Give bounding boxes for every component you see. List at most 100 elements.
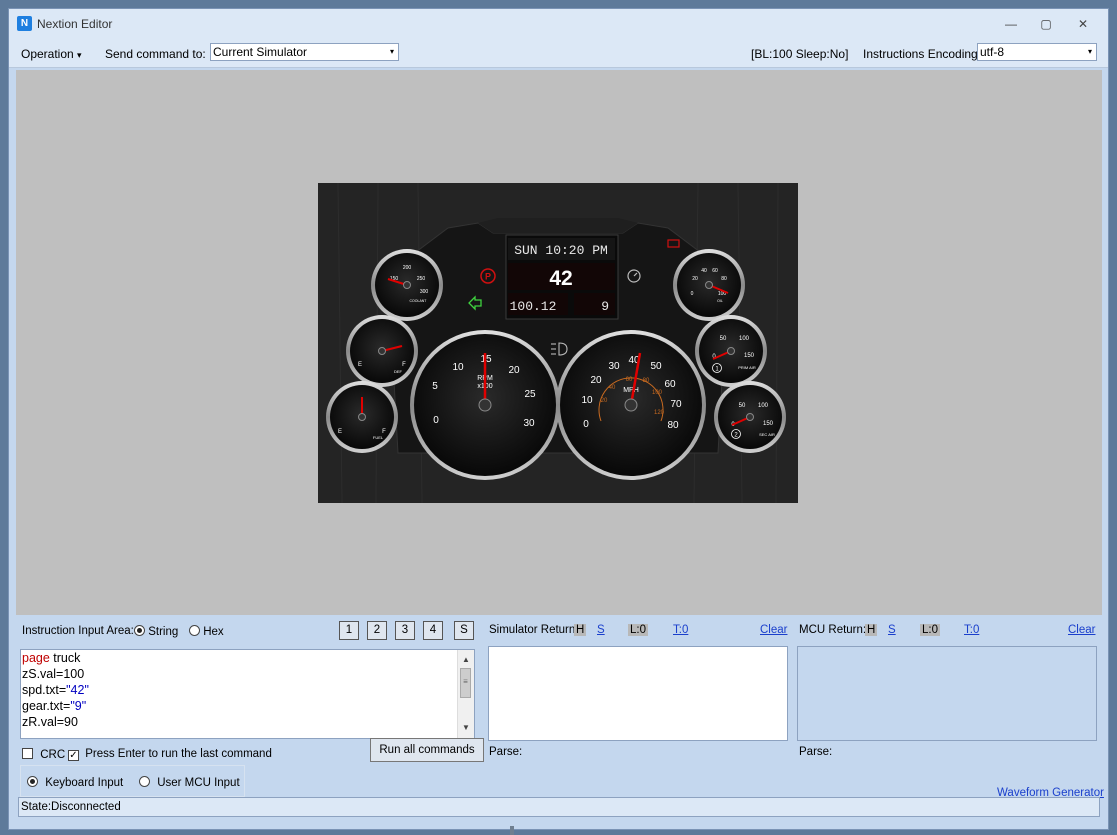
sim-time-counter[interactable]: T:0: [673, 624, 688, 636]
mode-string-radio[interactable]: String: [134, 625, 178, 638]
svg-text:30: 30: [523, 418, 535, 429]
dash-odometer: 100.12: [510, 299, 557, 314]
quick-command-3-button[interactable]: 3: [395, 621, 415, 640]
code-line: zS.val=100: [22, 667, 85, 681]
svg-text:250: 250: [417, 276, 426, 282]
svg-text:40: 40: [701, 268, 707, 274]
sim-length-counter: L:0: [628, 624, 648, 636]
mcu-parse-label: Parse:: [799, 746, 833, 758]
operation-menu[interactable]: Operation ▾: [21, 47, 82, 61]
mode-hex-radio[interactable]: Hex: [189, 625, 224, 638]
chevron-down-icon: ▾: [389, 47, 394, 56]
toolbar: Operation ▾ Send command to: Current Sim…: [9, 39, 1108, 68]
svg-text:PRIM AIR: PRIM AIR: [738, 365, 756, 370]
encoding-select[interactable]: utf-8 ▾: [977, 43, 1097, 61]
sim-hex-toggle[interactable]: H: [574, 624, 587, 636]
scroll-down-icon[interactable]: ▼: [458, 720, 474, 736]
primary-air-gauge: 0 50 100 150 PRIM AIR 1: [695, 315, 767, 387]
sim-clear-link[interactable]: Clear: [760, 624, 787, 636]
sim-parse-label: Parse:: [489, 746, 523, 758]
instruction-input[interactable]: page truck zS.val=100 spd.txt="42" gear.…: [20, 649, 475, 739]
simulator-return-label: Simulator Return:: [489, 624, 579, 636]
device-screen[interactable]: SUN 10:20 PM 42 100.12 9 P 0 5 10 20 25 …: [318, 182, 798, 504]
mcu-string-toggle[interactable]: S: [888, 624, 896, 636]
radio-selected-icon: [27, 776, 38, 787]
device-status-text: [BL:100 Sleep:No]: [751, 47, 849, 61]
nextion-logo-icon: N: [17, 16, 32, 31]
svg-text:10: 10: [452, 362, 464, 373]
svg-text:OIL: OIL: [717, 299, 723, 303]
mcu-input-radio[interactable]: User MCU Input: [139, 776, 240, 789]
crc-checkbox[interactable]: CRC: [22, 748, 65, 761]
svg-text:0: 0: [583, 419, 589, 430]
mcu-return-box[interactable]: [797, 646, 1097, 741]
svg-text:80: 80: [721, 276, 727, 282]
status-bar: State:Disconnected: [18, 797, 1100, 817]
radio-selected-icon: [134, 625, 145, 636]
svg-text:200: 200: [403, 265, 412, 271]
mcu-time-counter[interactable]: T:0: [964, 624, 979, 636]
svg-text:F: F: [402, 362, 406, 368]
svg-text:COOLANT: COOLANT: [410, 299, 428, 303]
svg-text:60: 60: [626, 377, 633, 383]
main-window: N Nextion Editor — ▢ ✕ Operation ▾ Send …: [8, 8, 1109, 830]
svg-text:0: 0: [691, 291, 694, 297]
svg-text:FUEL: FUEL: [373, 435, 384, 440]
svg-text:60: 60: [664, 379, 676, 390]
press-enter-checkbox[interactable]: ✓ Press Enter to run the last command: [68, 748, 272, 761]
minimize-button[interactable]: —: [999, 15, 1023, 33]
chevron-down-icon: ▾: [77, 50, 82, 60]
mcu-clear-link[interactable]: Clear: [1068, 624, 1095, 636]
svg-text:5: 5: [432, 381, 438, 392]
checkbox-icon: [22, 748, 33, 759]
mcu-hex-toggle[interactable]: H: [865, 624, 878, 636]
debug-panel: Instruction Input Area: String Hex 1 2 3…: [16, 616, 1104, 799]
def-gauge: E F DEF: [346, 315, 418, 387]
dash-gear: 9: [601, 299, 609, 314]
run-all-commands-button[interactable]: Run all commands: [370, 738, 484, 762]
code-scrollbar[interactable]: ▲ ≡ ▼: [457, 650, 474, 738]
encoding-label: Instructions Encoding:: [863, 47, 982, 61]
code-line: page truck: [22, 651, 81, 665]
quick-command-s-button[interactable]: S: [454, 621, 474, 640]
quick-command-4-button[interactable]: 4: [423, 621, 443, 640]
code-line: spd.txt="42": [22, 683, 89, 697]
quick-command-2-button[interactable]: 2: [367, 621, 387, 640]
oil-pressure-gauge: 20 40 60 80 100 0 OIL: [673, 249, 745, 321]
maximize-button[interactable]: ▢: [1034, 15, 1058, 33]
scroll-thumb[interactable]: ≡: [460, 668, 471, 698]
svg-text:25: 25: [524, 389, 536, 400]
dash-speed: 42: [549, 267, 572, 290]
svg-text:50: 50: [720, 336, 727, 342]
svg-text:100: 100: [758, 403, 769, 409]
svg-text:30: 30: [608, 361, 620, 372]
simulator-return-box[interactable]: [488, 646, 788, 741]
svg-text:E: E: [338, 429, 342, 435]
svg-text:50: 50: [739, 403, 746, 409]
simulator-canvas: SUN 10:20 PM 42 100.12 9 P 0 5 10 20 25 …: [16, 70, 1102, 615]
input-source-group: Keyboard Input User MCU Input: [20, 765, 245, 797]
window-title: Nextion Editor: [37, 17, 113, 31]
code-line: gear.txt="9": [22, 699, 87, 713]
svg-text:80: 80: [667, 420, 679, 431]
svg-text:DEF: DEF: [394, 369, 403, 374]
svg-text:300: 300: [420, 289, 429, 295]
chevron-down-icon: ▾: [1087, 47, 1092, 56]
svg-text:20: 20: [590, 375, 602, 386]
coolant-gauge: 150 200 250 300 COOLANT: [371, 249, 443, 321]
svg-text:150: 150: [763, 421, 774, 427]
code-line: zR.val=90: [22, 715, 78, 729]
keyboard-input-radio[interactable]: Keyboard Input: [27, 776, 123, 789]
svg-text:70: 70: [670, 399, 682, 410]
svg-text:E: E: [358, 362, 362, 368]
send-target-select[interactable]: Current Simulator ▾: [210, 43, 399, 61]
close-button[interactable]: ✕: [1071, 15, 1095, 33]
sim-string-toggle[interactable]: S: [597, 624, 605, 636]
svg-text:80: 80: [643, 378, 650, 384]
svg-text:0: 0: [433, 415, 439, 426]
secondary-air-gauge: 0 50 100 150 SEC AIR 2: [714, 381, 786, 453]
scroll-up-icon[interactable]: ▲: [458, 652, 474, 668]
quick-command-1-button[interactable]: 1: [339, 621, 359, 640]
mcu-length-counter: L:0: [920, 624, 940, 636]
svg-text:40: 40: [609, 385, 616, 391]
